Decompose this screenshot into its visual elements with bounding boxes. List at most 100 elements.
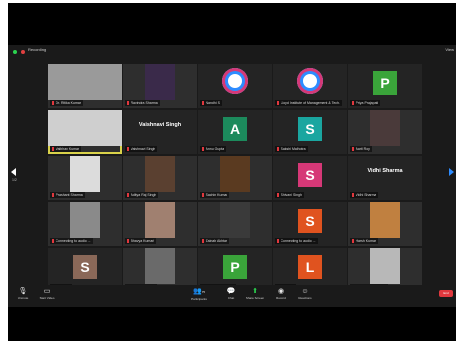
participant-tile[interactable]: Sachin Kumar — [198, 156, 272, 200]
avatar-letter: A — [223, 117, 247, 141]
participant-name: Lloyd Institute of Management & Tech. — [280, 101, 340, 105]
muted-mic-icon — [52, 239, 54, 243]
participant-tile[interactable]: Lloyd Institute of Management & Tech. — [273, 64, 347, 108]
participant-name: Annu Gupta — [205, 147, 225, 151]
reactions-button[interactable]: ☺ Reactions — [294, 287, 316, 305]
participant-name-caption: Vidhi Sharma — [350, 192, 379, 198]
participant-tile[interactable]: S Connecting to audio ... — [273, 202, 347, 246]
end-meeting-button[interactable]: End — [439, 290, 453, 297]
participant-tile[interactable]: Vaishnavi Singh Vaishnavi Singh — [123, 110, 197, 154]
avatar-letter: P — [373, 71, 397, 95]
camera-off-icon: ▭ — [43, 288, 51, 295]
muted-mic-icon — [202, 193, 204, 197]
share-screen-button[interactable]: ⬆ Share Screen — [244, 287, 266, 305]
participant-name-caption: Dr. Ritika Kumar — [50, 100, 83, 106]
muted-mic-icon — [127, 147, 129, 151]
next-page-arrow-icon[interactable] — [449, 168, 454, 176]
security-shield-icon[interactable] — [13, 50, 17, 54]
muted-mic-icon — [352, 147, 354, 151]
participant-name: Prashant Sharma — [55, 193, 83, 197]
avatar-letter: S — [298, 163, 322, 187]
chat-label: Chat — [227, 296, 235, 300]
participant-name: Connecting to audio ... — [280, 239, 316, 243]
participant-video — [370, 248, 400, 284]
participant-name-caption: Sakshi Malhotra — [275, 146, 308, 152]
participant-name-caption: Annu Gupta — [200, 146, 227, 152]
participant-name: Sakshi Malhotra — [280, 147, 306, 151]
participant-video — [220, 156, 250, 192]
participant-name: Zainab Akhtar — [205, 239, 228, 243]
participant-tile[interactable]: P Priya Prajapati — [348, 64, 422, 108]
muted-mic-icon — [352, 239, 354, 243]
start-video-button[interactable]: ▭ Start Video — [36, 287, 58, 305]
participant-tile[interactable]: Vaibhav Kumar — [48, 110, 122, 154]
chat-button[interactable]: 💬 Chat — [220, 287, 242, 305]
muted-mic-icon — [127, 239, 129, 243]
muted-mic-icon — [52, 193, 54, 197]
participant-video — [145, 248, 175, 284]
participant-tile[interactable]: Aarti Roy — [348, 110, 422, 154]
participant-tile[interactable]: Bhavya Kumari — [123, 202, 197, 246]
participants-count: 75 — [201, 290, 206, 294]
unmute-button[interactable]: 🎙 Unmute — [12, 287, 34, 305]
participant-tile[interactable]: Harsh Kumar — [348, 202, 422, 246]
participant-tile[interactable]: Aditya Raj Singh — [123, 156, 197, 200]
participant-name-caption: Connecting to audio ... — [50, 238, 93, 244]
participant-name: Shivani Singh — [280, 193, 302, 197]
participant-tile[interactable]: Vidhi Sharma Vidhi Sharma — [348, 156, 422, 200]
participant-name: Nandhi S — [205, 101, 220, 105]
muted-mic-icon — [277, 147, 279, 151]
meeting-toolbar: 🎙 Unmute ▭ Start Video 👥75 Participants … — [8, 285, 456, 307]
muted-mic-icon — [52, 101, 54, 105]
participant-tile[interactable]: Prashant Sharma — [48, 156, 122, 200]
recording-dot-icon — [21, 50, 25, 54]
participant-name: Sachin Kumar — [205, 193, 228, 197]
participant-tile[interactable]: Nandhi S — [198, 64, 272, 108]
reactions-label: Reactions — [298, 296, 312, 300]
unmute-label: Unmute — [17, 296, 29, 300]
participants-button[interactable]: 👥75 Participants — [188, 287, 210, 305]
muted-mic-icon — [352, 193, 354, 197]
participant-tile[interactable]: Connecting to audio ... — [48, 202, 122, 246]
participant-name-caption: Vaibhav Kumar — [50, 146, 82, 152]
participant-name-caption: Bhavya Kumari — [125, 238, 157, 244]
participant-name-caption: Sachin Kumar — [200, 192, 230, 198]
avatar-letter: L — [298, 255, 322, 279]
participant-tile[interactable]: S Shivani Singh — [273, 156, 347, 200]
participant-tile[interactable]: Ravindra Sharma — [123, 64, 197, 108]
participant-name-caption: Lloyd Institute of Management & Tech. — [275, 100, 342, 106]
bottom-black-band — [8, 307, 456, 341]
participant-video — [370, 202, 400, 238]
participant-video — [48, 64, 122, 100]
participant-name-caption: Shivani Singh — [275, 192, 304, 198]
participant-tile[interactable]: Zainab Akhtar — [198, 202, 272, 246]
muted-mic-icon — [127, 101, 129, 105]
view-button[interactable]: View — [445, 47, 454, 52]
muted-mic-icon — [202, 101, 204, 105]
muted-mic-icon — [352, 101, 354, 105]
participant-name: Aarti Roy — [355, 147, 370, 151]
participant-video — [70, 156, 100, 192]
start-video-label: Start Video — [39, 296, 55, 300]
previous-page-arrow-icon[interactable] — [11, 168, 16, 176]
participant-tile[interactable]: Dr. Ritika Kumar — [48, 64, 122, 108]
share-screen-label: Share Screen — [245, 296, 265, 300]
participant-tile[interactable]: S Sakshi Malhotra — [273, 110, 347, 154]
participant-name: Aditya Raj Singh — [130, 193, 157, 197]
muted-mic-icon — [277, 239, 279, 243]
muted-mic-icon — [277, 193, 279, 197]
status-bar: Recording View — [8, 45, 456, 57]
avatar-letter: S — [298, 117, 322, 141]
participant-name-caption: Aarti Roy — [350, 146, 372, 152]
participant-display-name: Vidhi Sharma — [367, 168, 403, 174]
zoom-window: Recording View 1/2 Dr. Ritika Kumar Ravin… — [8, 3, 456, 341]
participant-name-caption: Nandhi S — [200, 100, 222, 106]
participant-tile[interactable]: A Annu Gupta — [198, 110, 272, 154]
record-button[interactable]: ◉ Record — [270, 287, 292, 305]
participant-name-caption: Priya Prajapati — [350, 100, 381, 106]
share-screen-icon: ⬆ — [252, 288, 258, 295]
muted-mic-icon — [127, 193, 129, 197]
participant-name: Dr. Ritika Kumar — [55, 101, 81, 105]
participant-video — [145, 64, 175, 100]
avatar-letter: S — [73, 255, 97, 279]
